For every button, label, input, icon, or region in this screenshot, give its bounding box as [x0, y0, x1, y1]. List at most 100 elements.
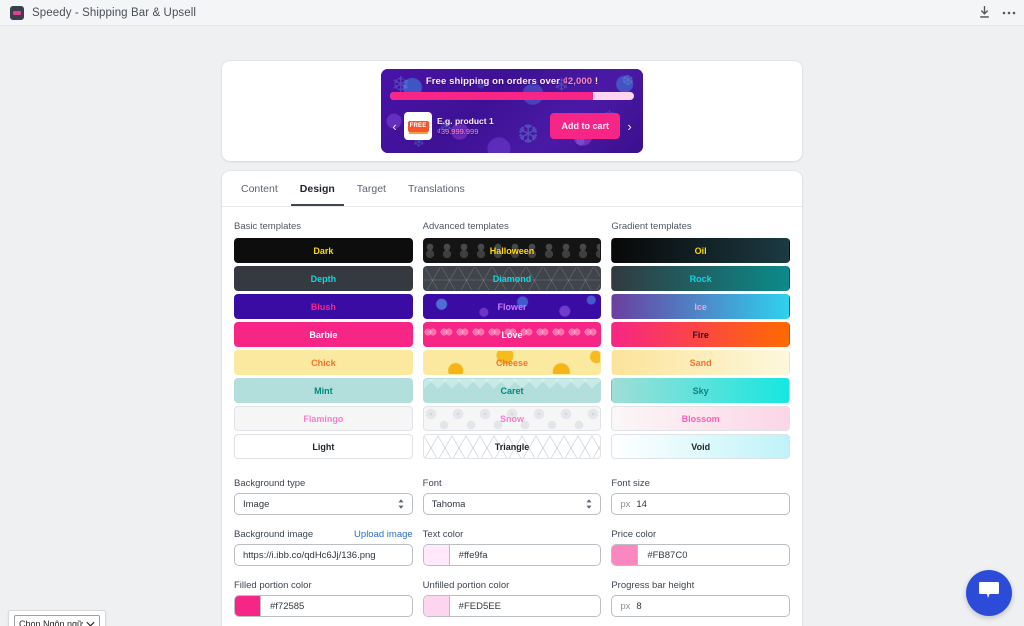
unfilled-portion-color-swatch[interactable] [423, 596, 450, 616]
filled-portion-color-label: Filled portion color [234, 580, 312, 591]
field-font-size: Font size px 14 [611, 478, 791, 515]
text-color-value: #ffe9fa [458, 549, 488, 561]
font-size-input[interactable]: px 14 [611, 493, 791, 515]
template-dark[interactable]: Dark [234, 238, 413, 263]
add-to-cart-button[interactable]: Add to cart [550, 113, 620, 139]
price-color-label: Price color [611, 529, 657, 540]
template-flower[interactable]: Flower [422, 294, 602, 319]
template-label: Triangle [494, 441, 530, 452]
template-cheese[interactable]: Cheese [422, 350, 602, 375]
font-label: Font [422, 478, 442, 489]
template-diamond[interactable]: Diamond [422, 266, 602, 291]
template-rock[interactable]: Rock [611, 266, 791, 291]
template-triangle[interactable]: Triangle [422, 434, 602, 459]
template-caret[interactable]: Caret [422, 378, 602, 403]
text-color-input[interactable]: #ffe9fa [422, 544, 602, 566]
template-barbie[interactable]: Barbie [234, 322, 413, 347]
progress-bar-fill [390, 92, 593, 100]
unfilled-portion-color-label: Unfilled portion color [422, 580, 510, 591]
template-label: Light [312, 441, 335, 452]
template-void[interactable]: Void [611, 434, 791, 459]
template-label: Mint [314, 385, 333, 396]
filled-portion-color-input[interactable]: #f72585 [234, 595, 413, 617]
chat-widget-button[interactable] [966, 570, 1012, 616]
template-label: Barbie [309, 329, 338, 340]
text-color-label: Text color [422, 529, 464, 540]
template-flamingo[interactable]: Flamingo [234, 406, 413, 431]
field-price-color: Price color #FB87C0 [611, 529, 791, 566]
advanced-templates-list: Halloween Diamond Flower Love Cheese Caret Sno… [422, 238, 602, 459]
chevron-updown-icon [585, 499, 593, 510]
unfilled-portion-color-value: #FED5EE [458, 600, 501, 612]
font-select[interactable]: Tahoma [422, 493, 602, 515]
form-row-2: Background image Upload image https://i.… [234, 529, 791, 566]
language-select[interactable]: Chọn Ngôn ngữ [14, 615, 100, 626]
unfilled-portion-color-input[interactable]: #FED5EE [422, 595, 602, 617]
tab-content[interactable]: Content [232, 171, 287, 206]
template-label: Chick [311, 357, 336, 368]
template-chick[interactable]: Chick [234, 350, 413, 375]
gradient-templates-list: Oil Rock Ice Fire Sand Sky Blossom Void [611, 238, 791, 459]
template-sand[interactable]: Sand [611, 350, 791, 375]
filled-portion-color-value: #f72585 [270, 600, 305, 612]
preview-card: ❄ ❄ ❅ ❆ ❄ ❅ ❆ ❄ ❅ Free shipping on order… [222, 61, 802, 161]
progress-bar-height-label: Progress bar height [611, 580, 695, 591]
template-love[interactable]: Love [422, 322, 602, 347]
favicon [10, 5, 24, 20]
template-blush[interactable]: Blush [234, 294, 413, 319]
background-image-label: Background image [234, 529, 314, 540]
text-color-swatch[interactable] [423, 545, 450, 565]
field-background-type: Background type Image [234, 478, 413, 515]
tab-target[interactable]: Target [348, 171, 395, 206]
font-size-unit: px [620, 498, 631, 510]
template-fire[interactable]: Fire [611, 322, 791, 347]
template-blossom[interactable]: Blossom [611, 406, 791, 431]
background-image-value: https://i.ibb.co/qdHc6Jj/136.png [243, 549, 376, 561]
template-label: Sky [692, 385, 709, 396]
product-thumbnail: FREE [404, 112, 432, 140]
browser-tab-bar: Speedy - Shipping Bar & Upsell [0, 0, 1024, 26]
upsell-row: ‹ FREE E.g. product 1 ₫39.999.999 Add to… [390, 107, 634, 145]
background-image-input[interactable]: https://i.ibb.co/qdHc6Jj/136.png [234, 544, 413, 566]
template-ice[interactable]: Ice [611, 294, 791, 319]
template-mint[interactable]: Mint [234, 378, 413, 403]
product-meta: E.g. product 1 ₫39.999.999 [437, 116, 545, 137]
upload-image-link[interactable]: Upload image [354, 529, 413, 540]
filled-portion-color-swatch[interactable] [235, 596, 261, 616]
template-label: Void [691, 441, 711, 452]
tab-design[interactable]: Design [290, 171, 344, 206]
font-size-label: Font size [611, 478, 650, 489]
template-label: Blush [310, 301, 336, 312]
next-product-arrow[interactable]: › [625, 120, 634, 133]
template-label: Flower [497, 301, 527, 312]
more-options-icon[interactable] [1002, 11, 1016, 15]
download-icon[interactable] [979, 6, 990, 19]
field-filled-portion-color: Filled portion color #f72585 [234, 580, 413, 617]
font-size-value: 14 [636, 498, 647, 510]
template-halloween[interactable]: Halloween [422, 238, 602, 263]
template-label: Flamingo [303, 413, 344, 424]
price-color-input[interactable]: #FB87C0 [611, 544, 791, 566]
template-sky[interactable]: Sky [611, 378, 791, 403]
template-label: Sand [689, 357, 712, 368]
background-type-select[interactable]: Image [234, 493, 413, 515]
template-label: Rock [689, 273, 712, 284]
template-label: Caret [500, 385, 524, 396]
template-oil[interactable]: Oil [611, 238, 791, 263]
progress-bar-height-input[interactable]: px 8 [611, 595, 791, 617]
settings-tabs: Content Design Target Translations [222, 171, 802, 207]
field-background-image: Background image Upload image https://i.… [234, 529, 413, 566]
prev-product-arrow[interactable]: ‹ [390, 120, 399, 133]
template-label: Oil [694, 245, 707, 256]
shipping-headline: Free shipping on orders over ₫2,000 ! [390, 76, 634, 87]
template-snow[interactable]: Snow [422, 406, 602, 431]
template-depth[interactable]: Depth [234, 266, 413, 291]
price-color-value: #FB87C0 [647, 549, 688, 561]
tab-translations[interactable]: Translations [399, 171, 474, 206]
price-color-swatch[interactable] [612, 545, 639, 565]
language-select-value: Chọn Ngôn ngữ [19, 618, 84, 626]
basic-templates-list: Dark Depth Blush Barbie Chick Mint Flamingo Lig… [234, 238, 413, 459]
template-label: Diamond [492, 273, 532, 284]
template-light[interactable]: Light [234, 434, 413, 459]
template-label: Love [501, 329, 523, 340]
